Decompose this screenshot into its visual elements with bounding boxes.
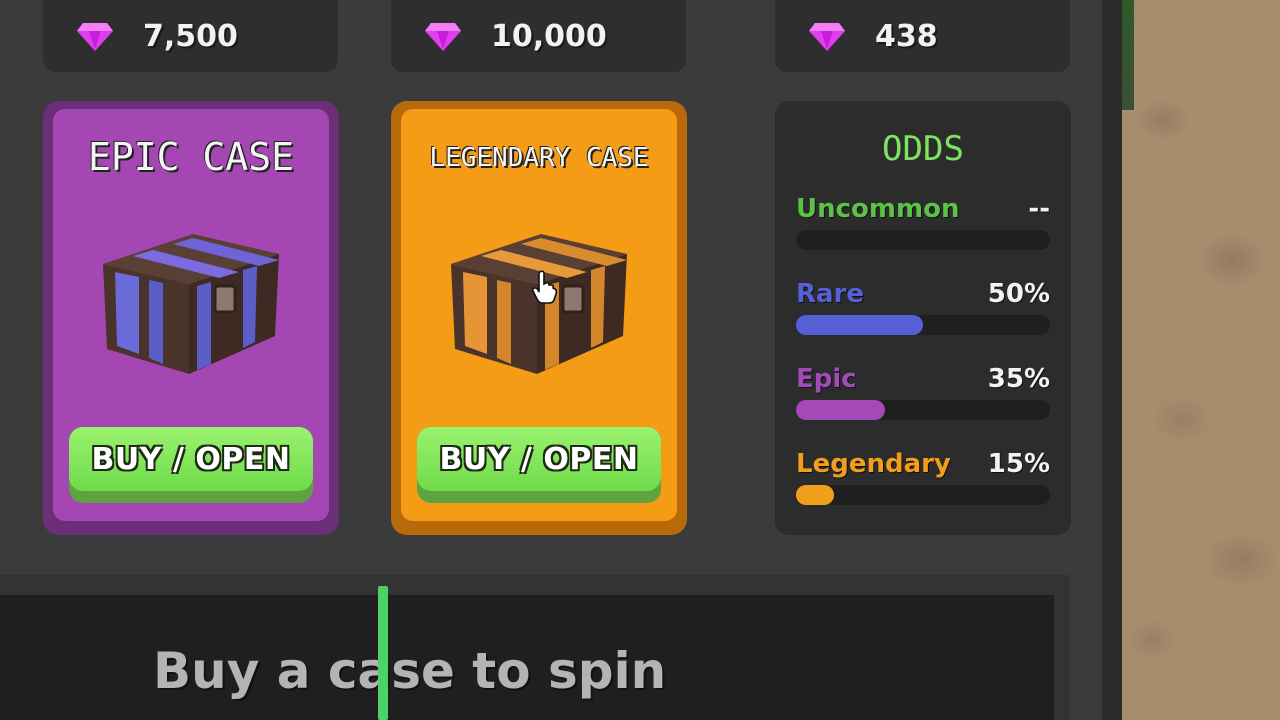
rarity-name: Epic	[796, 364, 857, 394]
legendary-case-inner: LEGENDARY CASE BUY / OPEN	[401, 109, 677, 521]
panel-edge	[1102, 0, 1122, 720]
odds-panel: ODDS Uncommon -- Rare 50% Epic 35% Legen…	[775, 101, 1071, 535]
case-title: LEGENDARY CASE	[429, 143, 649, 173]
rarity-name: Uncommon	[796, 194, 960, 224]
price-amount: 7,500	[143, 18, 238, 54]
odds-bar-fill	[796, 485, 835, 505]
odds-row-legendary: Legendary 15%	[796, 449, 1050, 509]
rarity-percent: 35%	[987, 364, 1050, 394]
buy-open-label[interactable]: BUY / OPEN	[69, 427, 313, 491]
hand-cursor-icon	[532, 270, 558, 304]
buy-open-button[interactable]: BUY / OPEN	[417, 427, 661, 503]
epic-chest-icon	[103, 234, 279, 374]
odds-bar-track	[796, 230, 1050, 250]
world-background	[1122, 0, 1280, 720]
gem-balance: 438	[775, 0, 1070, 72]
rarity-percent: 15%	[987, 449, 1050, 479]
odds-bar-track	[796, 485, 1050, 505]
gem-icon	[809, 23, 845, 51]
odds-row-uncommon: Uncommon --	[796, 194, 1050, 254]
odds-row-rare: Rare 50%	[796, 279, 1050, 339]
odds-bar-fill	[796, 400, 885, 420]
price-amount: 10,000	[491, 18, 607, 54]
rarity-name: Rare	[796, 279, 865, 309]
spinner-message: Buy a case to spin	[153, 642, 667, 700]
odds-heading: ODDS	[882, 129, 964, 169]
buy-open-label[interactable]: BUY / OPEN	[417, 427, 661, 491]
epic-case-inner: EPIC CASE BUY / OPEN	[53, 109, 329, 521]
rarity-percent: --	[1028, 194, 1050, 224]
odds-bar-track	[796, 400, 1050, 420]
odds-bar-track	[796, 315, 1050, 335]
rarity-percent: 50%	[987, 279, 1050, 309]
price-tag-legendary: 10,000	[391, 0, 686, 72]
epic-case-card[interactable]: EPIC CASE BUY / OPEN	[43, 101, 339, 535]
price-tag-epic: 7,500	[43, 0, 338, 72]
buy-open-button[interactable]: BUY / OPEN	[69, 427, 313, 503]
odds-bar-fill	[796, 315, 923, 335]
spinner-marker	[378, 586, 388, 720]
rarity-name: Legendary	[796, 449, 951, 479]
world-grass	[1122, 0, 1134, 110]
case-title: EPIC CASE	[88, 135, 294, 179]
gem-icon	[425, 23, 461, 51]
gem-icon	[77, 23, 113, 51]
legendary-case-card[interactable]: LEGENDARY CASE BUY / OPEN	[391, 101, 687, 535]
odds-row-epic: Epic 35%	[796, 364, 1050, 424]
gem-balance-amount: 438	[875, 18, 938, 54]
